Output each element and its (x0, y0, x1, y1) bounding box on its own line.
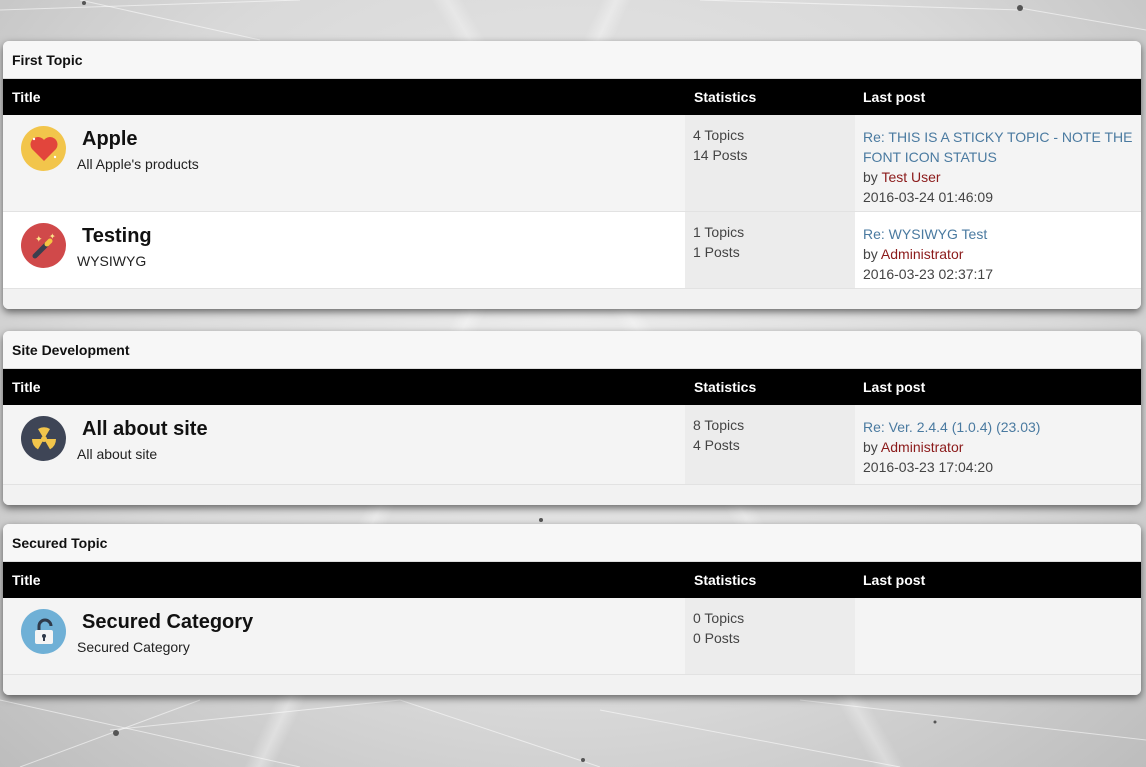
forum-description: All about site (77, 446, 158, 462)
radiation-icon (21, 416, 66, 461)
forum-link[interactable]: Testing (82, 225, 152, 248)
category-secured-topic: Secured Topic Title Statistics Last post… (3, 524, 1141, 695)
by-label: by (863, 169, 878, 185)
forum-row-secured-category: Secured Category Secured Category 0 Topi… (3, 598, 1141, 675)
column-statistics: Statistics (694, 572, 757, 588)
forum-row-all-about-site: All about site All about site 8 Topics 4… (3, 405, 1141, 485)
forum-row-apple: Apple All Apple's products 4 Topics 14 P… (3, 115, 1141, 212)
table-header: Title Statistics Last post (3, 369, 1141, 405)
column-statistics: Statistics (694, 379, 757, 395)
forum-description: Secured Category (77, 639, 190, 655)
last-post-date: 2016-03-23 02:37:17 (863, 266, 993, 282)
last-post-date: 2016-03-24 01:46:09 (863, 189, 993, 205)
column-title: Title (12, 379, 41, 395)
forum-link[interactable]: Apple (82, 128, 138, 151)
column-last-post: Last post (863, 572, 926, 588)
category-title[interactable]: First Topic (3, 41, 1141, 79)
last-post-link[interactable]: Re: THIS IS A STICKY TOPIC - NOTE THE FO… (863, 127, 1133, 167)
forum-description: WYSIWYG (77, 253, 147, 269)
forum-row-testing: ✦ ✦ Testing WYSIWYG 1 Topics 1 Posts Re:… (3, 212, 1141, 289)
topics-count: 4 Topics (693, 127, 745, 143)
svg-text:✦: ✦ (35, 235, 43, 245)
svg-text:✦: ✦ (49, 232, 56, 241)
by-label: by (863, 246, 878, 262)
topics-count: 8 Topics (693, 417, 745, 433)
category-footer (3, 485, 1141, 505)
by-label: by (863, 439, 878, 455)
forum-link[interactable]: Secured Category (82, 611, 253, 634)
category-site-development: Site Development Title Statistics Last p… (3, 331, 1141, 505)
last-post-empty (855, 598, 1141, 674)
last-post-user[interactable]: Administrator (881, 439, 963, 455)
category-first-topic: First Topic Title Statistics Last post A… (3, 41, 1141, 309)
last-post-user[interactable]: Administrator (881, 246, 963, 262)
last-post-link[interactable]: Re: Ver. 2.4.4 (1.0.4) (23.03) (863, 417, 1133, 437)
lock-icon (21, 609, 66, 654)
table-header: Title Statistics Last post (3, 562, 1141, 598)
column-title: Title (12, 89, 41, 105)
topics-count: 0 Topics (693, 610, 745, 626)
posts-count: 1 Posts (693, 244, 740, 260)
category-title[interactable]: Site Development (3, 331, 1141, 369)
table-header: Title Statistics Last post (3, 79, 1141, 115)
posts-count: 0 Posts (693, 630, 740, 646)
category-title[interactable]: Secured Topic (3, 524, 1141, 562)
posts-count: 14 Posts (693, 147, 748, 163)
category-footer (3, 675, 1141, 695)
forum-link[interactable]: All about site (82, 418, 208, 441)
last-post-user[interactable]: Test User (881, 169, 940, 185)
column-title: Title (12, 572, 41, 588)
column-last-post: Last post (863, 379, 926, 395)
category-footer (3, 289, 1141, 309)
column-last-post: Last post (863, 89, 926, 105)
column-statistics: Statistics (694, 89, 757, 105)
last-post-date: 2016-03-23 17:04:20 (863, 459, 993, 475)
last-post-link[interactable]: Re: WYSIWYG Test (863, 224, 1133, 244)
heart-icon (21, 126, 66, 171)
posts-count: 4 Posts (693, 437, 740, 453)
forum-description: All Apple's products (77, 156, 199, 172)
magic-wand-icon: ✦ ✦ (21, 223, 66, 268)
topics-count: 1 Topics (693, 224, 745, 240)
